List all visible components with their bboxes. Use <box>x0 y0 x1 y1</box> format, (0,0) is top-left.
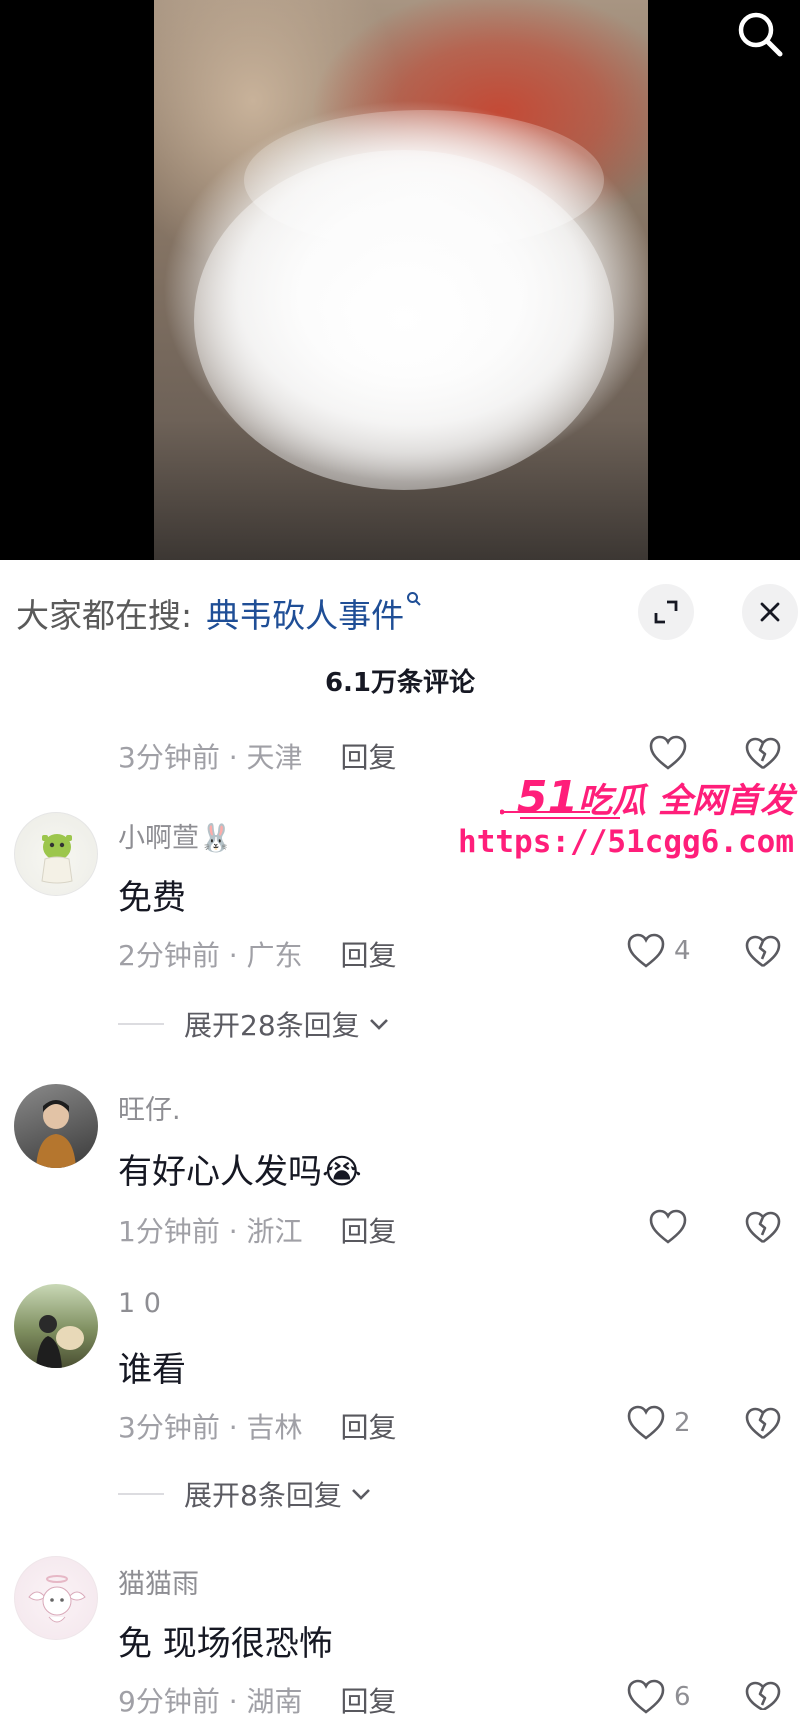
heart-icon <box>627 933 665 968</box>
like-count: 4 <box>674 936 691 966</box>
comment-meta: 9分钟前 · 湖南 回复 <box>118 1680 397 1720</box>
video-player[interactable] <box>0 0 800 560</box>
comment-time-location: 3分钟前 · 吉林 <box>118 1411 303 1444</box>
expand-icon <box>654 600 678 624</box>
like-button[interactable]: 4 <box>626 932 691 970</box>
comment-text: 有好心人发吗😭 <box>118 1152 362 1192</box>
broken-heart-icon <box>745 1211 781 1244</box>
like-button[interactable] <box>648 734 688 772</box>
like-button[interactable]: 6 <box>626 1678 691 1716</box>
broken-heart-icon <box>745 737 781 770</box>
reply-button[interactable]: 回复 <box>341 736 397 776</box>
dislike-button[interactable] <box>744 1406 782 1446</box>
reply-button[interactable]: 回复 <box>341 1680 397 1720</box>
divider <box>118 1023 164 1025</box>
expand-replies-button[interactable]: 展开8条回复 <box>118 1474 372 1514</box>
chevron-down-icon <box>369 1019 388 1030</box>
comment-meta: 3分钟前 · 吉林 回复 <box>118 1406 397 1446</box>
broken-heart-icon <box>745 1407 781 1440</box>
close-icon <box>760 602 780 622</box>
avatar[interactable] <box>14 1084 98 1168</box>
dislike-button[interactable] <box>744 934 782 974</box>
avatar[interactable] <box>14 812 98 896</box>
like-count: 2 <box>674 1408 691 1438</box>
reply-button[interactable]: 回复 <box>341 1210 397 1250</box>
comment-time-location: 1分钟前 · 浙江 <box>118 1215 303 1248</box>
trending-search-term[interactable]: 典韦砍人事件 <box>206 589 404 637</box>
comment-time-location: 9分钟前 · 湖南 <box>118 1685 303 1718</box>
divider <box>118 1493 164 1495</box>
comment-meta: 2分钟前 · 广东 回复 <box>118 934 397 974</box>
comment-meta: 1分钟前 · 浙江 回复 <box>118 1210 397 1250</box>
trending-search-prefix: 大家都在搜: <box>16 596 193 635</box>
photo-avatar-icon <box>36 1315 84 1368</box>
broken-heart-icon <box>745 935 781 968</box>
dislike-button[interactable] <box>744 1680 782 1714</box>
cartoon-avatar-icon <box>41 834 73 884</box>
comment-username[interactable]: 1 0 <box>118 1288 161 1319</box>
search-icon[interactable] <box>734 8 786 60</box>
comment-text: 谁看 <box>118 1350 186 1390</box>
chevron-down-icon <box>351 1489 370 1500</box>
comment-time-location: 2分钟前 · 广东 <box>118 939 303 972</box>
trending-search-bar[interactable]: 大家都在搜: 典韦砍人事件 <box>16 588 422 638</box>
heart-icon <box>627 1679 665 1714</box>
close-button[interactable] <box>742 584 798 640</box>
like-button[interactable] <box>648 1208 688 1246</box>
watermark-url: https://51cgg6.com <box>458 824 794 860</box>
comment-username[interactable]: 猫猫雨 <box>118 1562 199 1601</box>
comment-text: 免费 <box>118 878 186 918</box>
angel-cat-avatar-icon <box>28 1575 86 1623</box>
heart-icon <box>627 1405 665 1440</box>
comment-text: 免 现场很恐怖 <box>118 1624 333 1664</box>
watermark: 51吃瓜 全网首发 https://51cgg6.com <box>458 772 798 868</box>
watermark-decoration <box>500 809 620 819</box>
comment-sheet: 大家都在搜: 典韦砍人事件 6.1万条评论 3分钟前 · 天津 回复 小啊萱🐰 … <box>0 560 800 1718</box>
expand-button[interactable] <box>638 584 694 640</box>
reply-button[interactable]: 回复 <box>341 934 397 974</box>
expand-replies-label: 展开28条回复 <box>184 1009 360 1042</box>
dislike-button[interactable] <box>744 736 782 776</box>
search-icon <box>406 591 422 611</box>
broken-heart-icon <box>745 1681 781 1712</box>
reply-button[interactable]: 回复 <box>341 1406 397 1446</box>
video-frame <box>154 0 648 560</box>
comment-count: 6.1万条评论 <box>324 668 476 698</box>
dislike-button[interactable] <box>744 1210 782 1250</box>
comment-username[interactable]: 小啊萱🐰 <box>118 816 233 855</box>
heart-icon <box>649 1209 687 1244</box>
like-count: 6 <box>674 1682 691 1712</box>
like-button[interactable]: 2 <box>626 1404 691 1442</box>
comment-username[interactable]: 旺仔. <box>118 1088 181 1127</box>
avatar[interactable] <box>14 1556 98 1640</box>
expand-replies-button[interactable]: 展开28条回复 <box>118 1004 390 1044</box>
comment-time-location: 3分钟前 · 天津 <box>118 741 303 774</box>
expand-replies-label: 展开8条回复 <box>184 1479 342 1512</box>
comment-meta: 3分钟前 · 天津 回复 <box>118 736 397 776</box>
heart-icon <box>649 735 687 770</box>
photo-avatar-icon <box>36 1100 76 1168</box>
avatar[interactable] <box>14 1284 98 1368</box>
